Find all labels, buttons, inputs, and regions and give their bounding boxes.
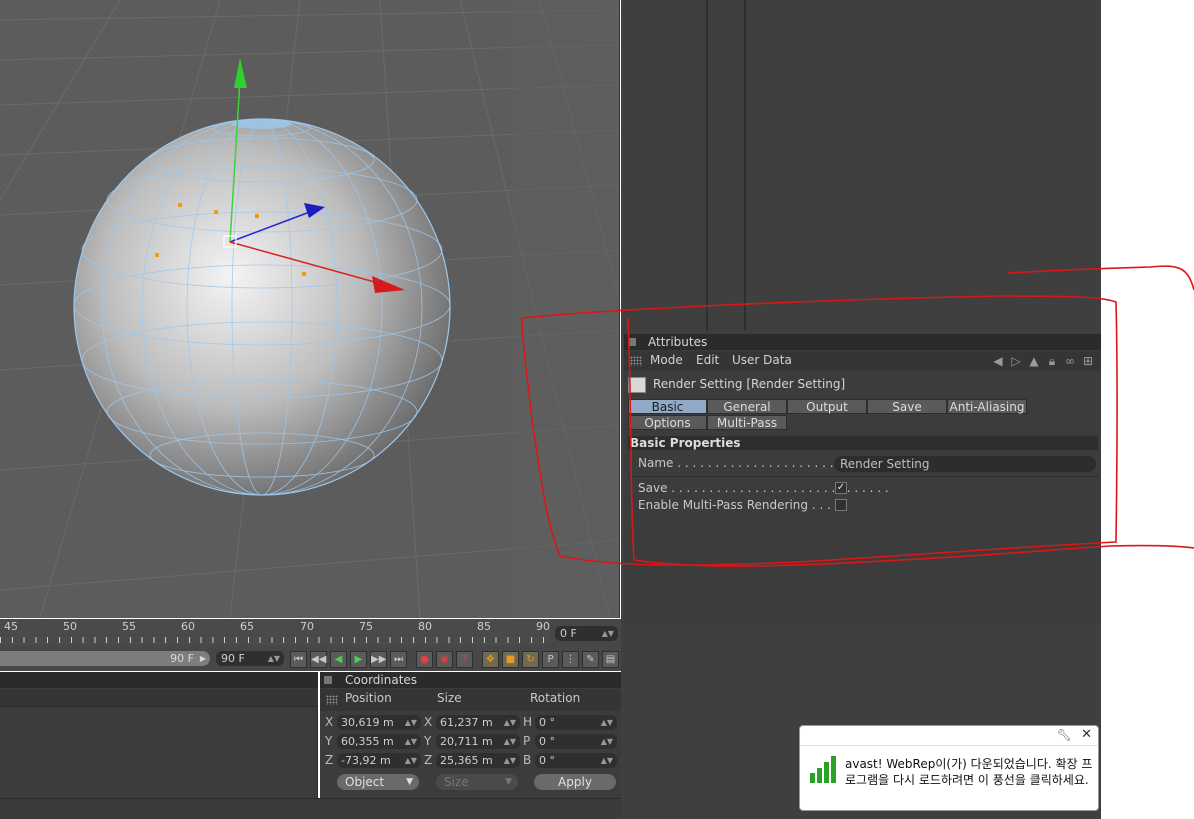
annotation-stroke [627,317,1194,567]
notification-bar: 🔧︎ ✕ [800,726,1098,746]
avast-notification[interactable]: 🔧︎ ✕ avast! WebRep이(가) 다운되었습니다. 확장 프로그램을… [799,725,1099,811]
signal-bars-icon [810,756,836,783]
red-annotation-overlay [521,265,1194,567]
wrench-icon[interactable]: 🔧︎ [1057,728,1072,742]
annotation-stroke [1007,265,1194,291]
annotation-stroke [521,295,1118,566]
close-icon[interactable]: ✕ [1081,727,1092,742]
notification-message: avast! WebRep이(가) 다운되었습니다. 확장 프로그램을 다시 로… [845,757,1093,787]
